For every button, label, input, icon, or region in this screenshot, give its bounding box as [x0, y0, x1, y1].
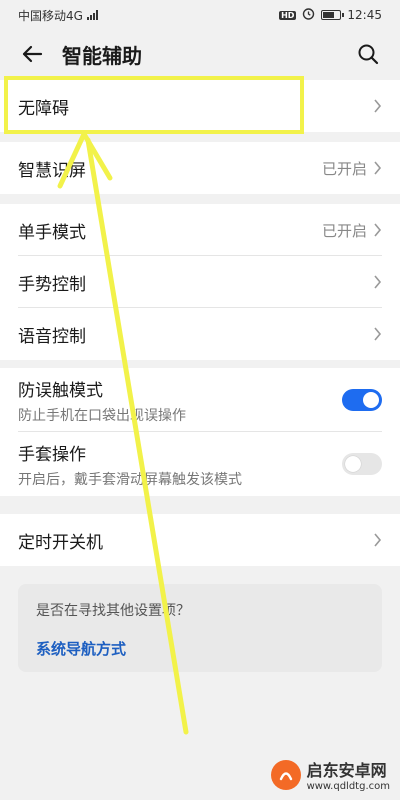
row-label: 无障碍	[18, 98, 69, 119]
chevron-right-icon	[374, 223, 382, 237]
chevron-right-icon	[374, 327, 382, 341]
row-right	[373, 99, 382, 113]
row-smart-screen[interactable]: 智慧识屏 已开启	[0, 142, 400, 194]
back-button[interactable]	[16, 38, 48, 70]
row-label: 智慧识屏	[18, 160, 86, 181]
row-scheduled-power[interactable]: 定时开关机	[0, 514, 400, 566]
suggestion-link[interactable]: 系统导航方式	[36, 638, 364, 659]
row-anti-mistouch[interactable]: 防误触模式 防止手机在口袋出现误操作	[0, 368, 400, 432]
card-toggles: 防误触模式 防止手机在口袋出现误操作 手套操作 开启后，戴手套滑动屏幕触发该模式	[0, 368, 400, 496]
app-bar: 智能辅助	[0, 30, 400, 78]
card-smart-screen: 智慧识屏 已开启	[0, 142, 400, 194]
status-text: 已开启	[321, 159, 367, 178]
status-bar: 中国移动4G HD 12:45	[0, 0, 400, 30]
row-label: 手势控制	[18, 274, 86, 295]
row-text: 防误触模式 防止手机在口袋出现误操作	[18, 376, 186, 425]
row-label: 定时开关机	[18, 532, 103, 553]
row-right	[373, 275, 382, 289]
chevron-right-icon	[374, 161, 382, 175]
search-button[interactable]	[352, 38, 384, 70]
row-accessibility[interactable]: 无障碍	[0, 80, 400, 132]
suggestion-box: 是否在寻找其他设置项？ 系统导航方式	[18, 584, 382, 672]
row-label: 语音控制	[18, 326, 86, 347]
anti-mistouch-toggle[interactable]	[342, 389, 382, 411]
status-text: 已开启	[321, 221, 367, 240]
watermark-name: 启东安卓网	[306, 761, 387, 780]
glove-toggle[interactable]	[342, 453, 382, 475]
chevron-right-icon	[374, 99, 382, 113]
watermark-text: 启东安卓网 www.qdldtg.com	[307, 757, 390, 792]
hd-badge: HD	[279, 10, 297, 20]
chevron-right-icon	[374, 275, 382, 289]
card-accessibility: 无障碍	[0, 80, 400, 132]
watermark-logo-icon	[270, 759, 301, 790]
clock: 12:45	[347, 8, 382, 22]
row-right: 已开启	[322, 158, 382, 179]
row-right: 已开启	[322, 220, 382, 241]
alarm-icon	[302, 7, 315, 23]
battery-icon	[321, 10, 345, 20]
chevron-right-icon	[374, 533, 382, 547]
search-icon	[358, 44, 379, 65]
row-one-hand[interactable]: 单手模式 已开启	[0, 204, 400, 256]
row-desc: 开启后，戴手套滑动屏幕触发该模式	[18, 471, 242, 488]
row-right	[373, 533, 382, 547]
row-text: 手套操作 开启后，戴手套滑动屏幕触发该模式	[18, 440, 242, 489]
row-voice[interactable]: 语音控制	[0, 308, 400, 360]
row-label: 单手模式	[18, 222, 86, 243]
card-scheduled-power: 定时开关机	[0, 514, 400, 566]
row-desc: 防止手机在口袋出现误操作	[18, 407, 186, 424]
signal-icon	[86, 10, 98, 20]
carrier-label: 中国移动4G	[18, 8, 83, 23]
row-gesture[interactable]: 手势控制	[0, 256, 400, 308]
card-controls: 单手模式 已开启 手势控制 语音控制	[0, 204, 400, 360]
status-left: 中国移动4G	[18, 7, 98, 24]
watermark: 启东安卓网 www.qdldtg.com	[270, 757, 390, 792]
back-arrow-icon	[22, 45, 43, 63]
page-title: 智能辅助	[62, 43, 142, 68]
suggestion-question: 是否在寻找其他设置项？	[36, 603, 190, 619]
row-label: 防误触模式	[18, 380, 103, 401]
status-right: HD 12:45	[279, 7, 382, 23]
row-right	[342, 453, 382, 475]
row-right	[373, 327, 382, 341]
watermark-url: www.qdldtg.com	[306, 781, 390, 792]
row-glove[interactable]: 手套操作 开启后，戴手套滑动屏幕触发该模式	[0, 432, 400, 496]
row-right	[342, 389, 382, 411]
row-label: 手套操作	[18, 444, 86, 465]
